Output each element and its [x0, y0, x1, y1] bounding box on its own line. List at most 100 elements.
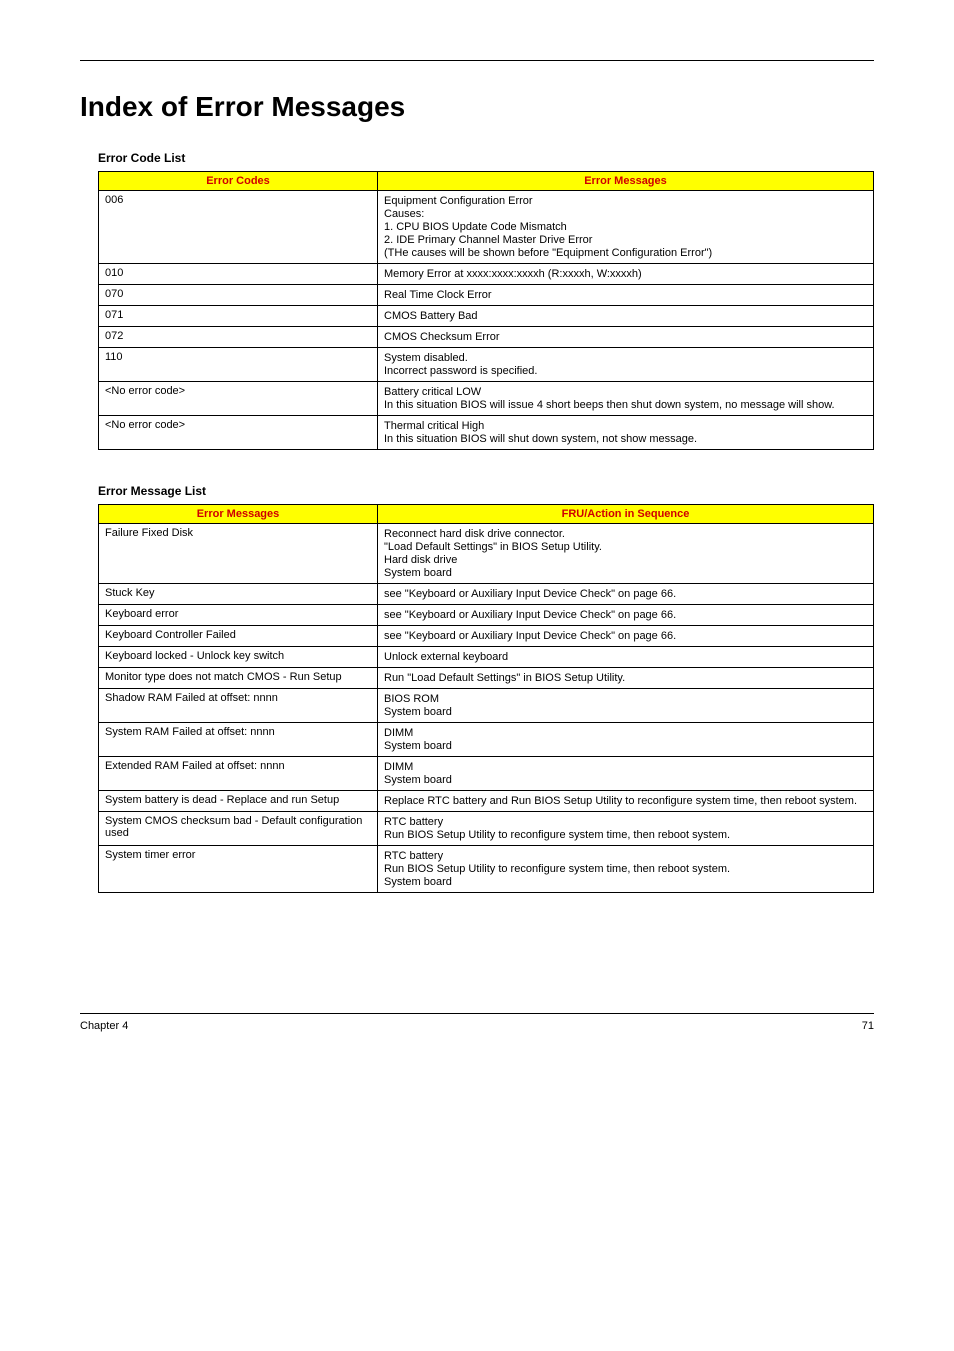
- footer-chapter: Chapter 4: [80, 1020, 128, 1032]
- cell-message-line: Run "Load Default Settings" in BIOS Setu…: [384, 672, 867, 684]
- table2-header-fru: FRU/Action in Sequence: [378, 505, 874, 524]
- cell-message: DIMMSystem board: [378, 723, 874, 757]
- table-row: Shadow RAM Failed at offset: nnnnBIOS RO…: [99, 689, 874, 723]
- cell-message-line: see "Keyboard or Auxiliary Input Device …: [384, 588, 867, 600]
- table-row: <No error code>Thermal critical HighIn t…: [99, 416, 874, 450]
- cell-message-line: Replace RTC battery and Run BIOS Setup U…: [384, 795, 867, 807]
- cell-code: 070: [99, 285, 378, 306]
- cell-code: <No error code>: [99, 416, 378, 450]
- cell-message-line: DIMM: [384, 727, 867, 739]
- cell-message-line: System board: [384, 740, 867, 752]
- cell-message-line: 1. CPU BIOS Update Code Mismatch: [384, 221, 867, 233]
- cell-message-line: Hard disk drive: [384, 554, 867, 566]
- table2-title: Error Message List: [98, 484, 874, 498]
- cell-message: BIOS ROMSystem board: [378, 689, 874, 723]
- cell-message-line: Reconnect hard disk drive connector.: [384, 528, 867, 540]
- table-row: Monitor type does not match CMOS - Run S…: [99, 668, 874, 689]
- table-row: System battery is dead - Replace and run…: [99, 791, 874, 812]
- cell-code: System battery is dead - Replace and run…: [99, 791, 378, 812]
- cell-message-line: Unlock external keyboard: [384, 651, 867, 663]
- cell-message-line: "Load Default Settings" in BIOS Setup Ut…: [384, 541, 867, 553]
- cell-code: System RAM Failed at offset: nnnn: [99, 723, 378, 757]
- cell-message: Reconnect hard disk drive connector."Loa…: [378, 524, 874, 584]
- error-message-table: Error Messages FRU/Action in Sequence Fa…: [98, 504, 874, 893]
- cell-code: Keyboard locked - Unlock key switch: [99, 647, 378, 668]
- cell-message: RTC batteryRun BIOS Setup Utility to rec…: [378, 812, 874, 846]
- table-row: Failure Fixed DiskReconnect hard disk dr…: [99, 524, 874, 584]
- cell-code: 010: [99, 264, 378, 285]
- cell-code: System CMOS checksum bad - Default confi…: [99, 812, 378, 846]
- table1-header-codes: Error Codes: [99, 172, 378, 191]
- table-row: Extended RAM Failed at offset: nnnnDIMMS…: [99, 757, 874, 791]
- cell-message-line: see "Keyboard or Auxiliary Input Device …: [384, 630, 867, 642]
- cell-message: Unlock external keyboard: [378, 647, 874, 668]
- cell-message-line: BIOS ROM: [384, 693, 867, 705]
- cell-message-line: Run BIOS Setup Utility to reconfigure sy…: [384, 829, 867, 841]
- cell-message-line: Equipment Configuration Error: [384, 195, 867, 207]
- cell-message: RTC batteryRun BIOS Setup Utility to rec…: [378, 846, 874, 893]
- table-row: 070 Real Time Clock Error: [99, 285, 874, 306]
- table-row: Stuck Key see "Keyboard or Auxiliary Inpu…: [99, 584, 874, 605]
- table-row: 006Equipment Configuration ErrorCauses:1…: [99, 191, 874, 264]
- table-row: <No error code> Battery critical LOWIn th…: [99, 382, 874, 416]
- cell-message: Memory Error at xxxx:xxxx:xxxxh (R:xxxxh…: [378, 264, 874, 285]
- table-row: System CMOS checksum bad - Default confi…: [99, 812, 874, 846]
- table1-header-messages: Error Messages: [378, 172, 874, 191]
- top-rule: [80, 60, 874, 61]
- cell-message: Thermal critical HighIn this situation B…: [378, 416, 874, 450]
- table1-title: Error Code List: [98, 151, 874, 165]
- cell-message: Equipment Configuration ErrorCauses:1. C…: [378, 191, 874, 264]
- cell-code: Extended RAM Failed at offset: nnnn: [99, 757, 378, 791]
- cell-code: Keyboard Controller Failed: [99, 626, 378, 647]
- cell-code: 110: [99, 348, 378, 382]
- cell-message-line: CMOS Battery Bad: [384, 310, 867, 322]
- cell-code: <No error code>: [99, 382, 378, 416]
- cell-message-line: Battery critical LOW: [384, 386, 867, 398]
- table-row: System RAM Failed at offset: nnnnDIMMSys…: [99, 723, 874, 757]
- cell-message: Real Time Clock Error: [378, 285, 874, 306]
- cell-message-line: CMOS Checksum Error: [384, 331, 867, 343]
- cell-message-line: In this situation BIOS will issue 4 shor…: [384, 399, 867, 411]
- cell-message-line: System board: [384, 774, 867, 786]
- cell-message: CMOS Checksum Error: [378, 327, 874, 348]
- cell-message-line: 2. IDE Primary Channel Master Drive Erro…: [384, 234, 867, 246]
- cell-code: 072: [99, 327, 378, 348]
- cell-message: System disabled.Incorrect password is sp…: [378, 348, 874, 382]
- cell-message-line: RTC battery: [384, 850, 867, 862]
- page-footer: Chapter 4 71: [80, 1013, 874, 1032]
- table2-header-messages: Error Messages: [99, 505, 378, 524]
- table-row: Keyboard Controller Failed see "Keyboard …: [99, 626, 874, 647]
- cell-code: Failure Fixed Disk: [99, 524, 378, 584]
- cell-message-line: System board: [384, 567, 867, 579]
- cell-message-line: Causes:: [384, 208, 867, 220]
- cell-message-line: Real Time Clock Error: [384, 289, 867, 301]
- cell-message-line: Incorrect password is specified.: [384, 365, 867, 377]
- cell-message: CMOS Battery Bad: [378, 306, 874, 327]
- cell-message-line: (THe causes will be shown before "Equipm…: [384, 247, 867, 259]
- table-row: 071CMOS Battery Bad: [99, 306, 874, 327]
- cell-message-line: Memory Error at xxxx:xxxx:xxxxh (R:xxxxh…: [384, 268, 867, 280]
- table-row: 110System disabled.Incorrect password is…: [99, 348, 874, 382]
- page-title: Index of Error Messages: [80, 91, 874, 123]
- table-row: Keyboard locked - Unlock key switch Unloc…: [99, 647, 874, 668]
- cell-message-line: Thermal critical High: [384, 420, 867, 432]
- cell-message: see "Keyboard or Auxiliary Input Device …: [378, 584, 874, 605]
- table-row: 010 Memory Error at xxxx:xxxx:xxxxh (R:xx…: [99, 264, 874, 285]
- table-row: 072 CMOS Checksum Error: [99, 327, 874, 348]
- cell-code: Shadow RAM Failed at offset: nnnn: [99, 689, 378, 723]
- cell-message-line: see "Keyboard or Auxiliary Input Device …: [384, 609, 867, 621]
- cell-message: Replace RTC battery and Run BIOS Setup U…: [378, 791, 874, 812]
- cell-message-line: System board: [384, 876, 867, 888]
- cell-message: Run "Load Default Settings" in BIOS Setu…: [378, 668, 874, 689]
- table-row: System timer errorRTC batteryRun BIOS Se…: [99, 846, 874, 893]
- footer-page-number: 71: [862, 1020, 874, 1032]
- cell-message-line: DIMM: [384, 761, 867, 773]
- cell-code: 006: [99, 191, 378, 264]
- cell-code: Stuck Key: [99, 584, 378, 605]
- table-row: Keyboard error see "Keyboard or Auxiliary…: [99, 605, 874, 626]
- cell-message-line: Run BIOS Setup Utility to reconfigure sy…: [384, 863, 867, 875]
- cell-code: Monitor type does not match CMOS - Run S…: [99, 668, 378, 689]
- cell-code: Keyboard error: [99, 605, 378, 626]
- cell-message: DIMMSystem board: [378, 757, 874, 791]
- cell-message-line: System disabled.: [384, 352, 867, 364]
